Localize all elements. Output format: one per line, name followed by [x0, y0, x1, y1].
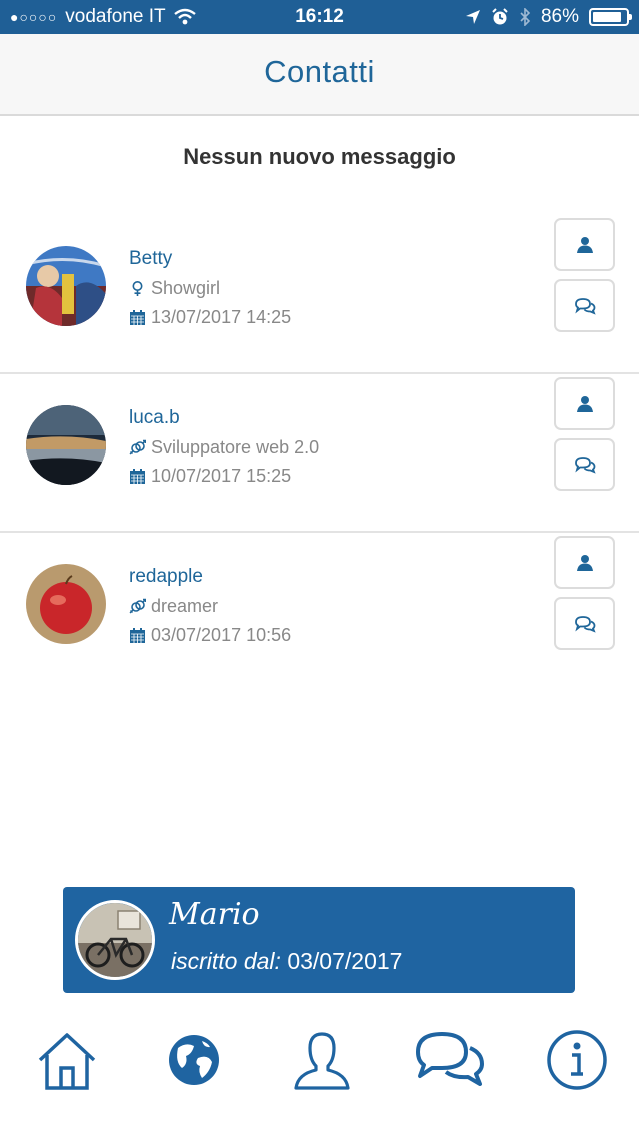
- location-arrow-icon: [465, 10, 480, 24]
- member-since-label: iscritto dal:: [171, 948, 281, 974]
- current-user-card[interactable]: Mario iscritto dal: 03/07/2017: [63, 887, 575, 993]
- gender-mixed-icon: [129, 598, 146, 614]
- contact-name[interactable]: redapple: [129, 566, 203, 588]
- bluetooth-icon: [520, 8, 531, 26]
- send-message-button[interactable]: [554, 279, 615, 332]
- user-icon: [576, 554, 593, 571]
- status-bar: ●○○○○ vodafone IT 16:12 86%: [0, 0, 639, 34]
- member-since-date: 03/07/2017: [287, 948, 403, 974]
- avatar[interactable]: [26, 246, 106, 326]
- contact-row[interactable]: redapple dreamer 03/07/2017 10:56: [0, 532, 639, 692]
- no-new-messages-text: Nessun nuovo messaggio: [183, 144, 456, 169]
- chat-icon: [574, 456, 596, 474]
- contact-row[interactable]: Betty Showgirl 13/07/2017 14:25: [0, 214, 639, 374]
- alarm-icon: [492, 8, 508, 25]
- send-message-button[interactable]: [554, 597, 615, 650]
- contact-name[interactable]: luca.b: [129, 407, 180, 429]
- tab-info[interactable]: [537, 1020, 617, 1100]
- chat-icon: [574, 297, 596, 315]
- user-icon: [294, 1032, 350, 1090]
- user-name: Mario: [169, 897, 260, 932]
- tab-messages[interactable]: [409, 1020, 489, 1100]
- page-title: Contatti: [264, 54, 375, 89]
- send-message-button[interactable]: [554, 438, 615, 491]
- chat-icon: [416, 1032, 484, 1086]
- contact-job-text: Showgirl: [151, 278, 221, 298]
- contact-date: 03/07/2017 10:56: [129, 625, 291, 646]
- calendar-icon: [130, 628, 145, 643]
- contact-job: dreamer: [129, 596, 218, 617]
- view-profile-button[interactable]: [554, 218, 615, 271]
- battery-icon: [589, 8, 632, 26]
- view-profile-button[interactable]: [554, 536, 615, 589]
- info-icon: [547, 1030, 607, 1090]
- calendar-icon: [130, 310, 145, 325]
- battery-percent: 86%: [540, 6, 579, 27]
- user-icon: [576, 236, 593, 253]
- member-since: iscritto dal: 03/07/2017: [171, 948, 402, 975]
- contact-job: Showgirl: [129, 278, 220, 299]
- female-icon: [132, 281, 143, 296]
- user-avatar[interactable]: [75, 900, 155, 980]
- contact-name[interactable]: Betty: [129, 248, 172, 270]
- avatar[interactable]: [26, 405, 106, 485]
- chat-icon: [574, 615, 596, 633]
- navigation-bar: Contatti: [0, 34, 639, 116]
- tab-profile[interactable]: [282, 1020, 362, 1100]
- battery-level: [593, 12, 621, 22]
- contact-job-text: dreamer: [151, 596, 219, 616]
- avatar[interactable]: [26, 564, 106, 644]
- contact-job: Sviluppatore web 2.0: [129, 437, 319, 458]
- tab-explore[interactable]: [154, 1020, 234, 1100]
- home-icon: [38, 1033, 96, 1090]
- contact-date: 10/07/2017 15:25: [129, 466, 291, 487]
- contact-row[interactable]: luca.b Sviluppatore web 2.0 10/07/2017 1…: [0, 373, 639, 533]
- contact-date-text: 13/07/2017 14:25: [151, 307, 292, 327]
- tab-bar: [0, 1020, 639, 1136]
- user-icon: [576, 395, 593, 412]
- contact-date: 13/07/2017 14:25: [129, 307, 291, 328]
- contact-date-text: 10/07/2017 15:25: [151, 466, 292, 486]
- tab-home[interactable]: [27, 1020, 107, 1100]
- globe-icon: [169, 1035, 219, 1085]
- gender-mixed-icon: [129, 439, 146, 455]
- contact-date-text: 03/07/2017 10:56: [151, 625, 292, 645]
- contact-job-text: Sviluppatore web 2.0: [151, 437, 320, 457]
- calendar-icon: [130, 469, 145, 484]
- view-profile-button[interactable]: [554, 377, 615, 430]
